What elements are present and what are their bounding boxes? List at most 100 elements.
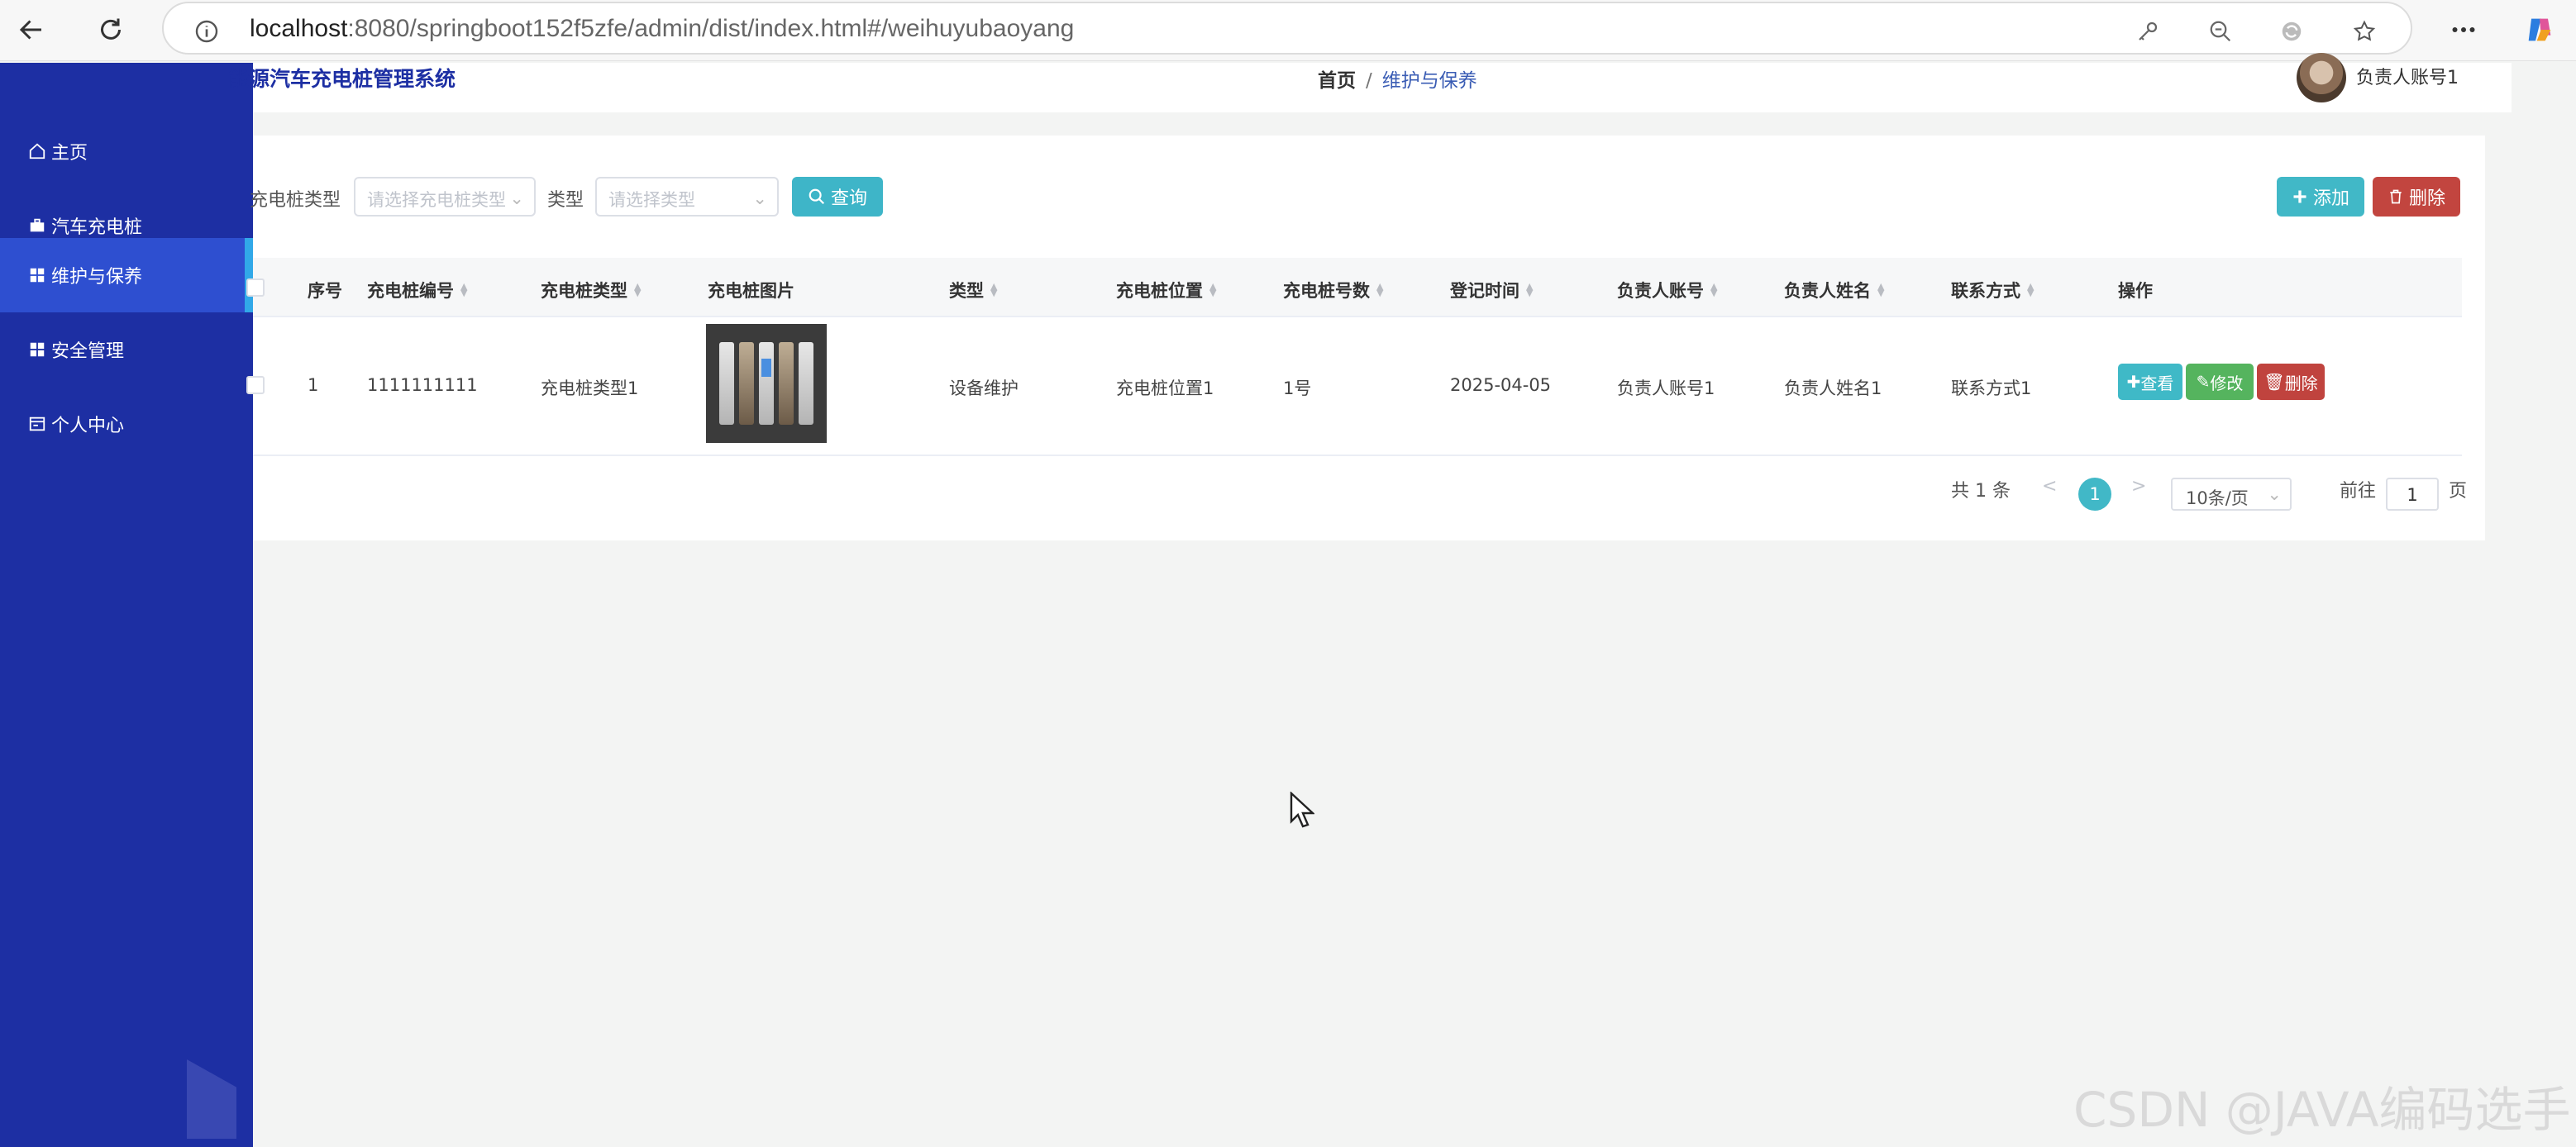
column-header-code[interactable]: 充电桩编号 ▲ ▼	[367, 278, 467, 302]
pile-type-placeholder: 请选择充电桩类型	[367, 190, 506, 210]
user-name[interactable]: 负责人账号1	[2356, 63, 2459, 89]
url-text[interactable]: localhost:8080/springboot152f5zfe/admin/…	[250, 15, 1074, 43]
column-header-name[interactable]: 负责人姓名 ▲ ▼	[1784, 278, 1884, 302]
column-label: 登记时间	[1450, 281, 1519, 301]
trash-icon	[2390, 189, 2402, 204]
cell-account: 负责人账号1	[1617, 378, 1715, 398]
goto-page-input[interactable]: 1	[2386, 478, 2439, 511]
star-icon[interactable]	[2346, 13, 2383, 50]
zoom-out-icon[interactable]	[2202, 13, 2239, 50]
sort-caret-icon[interactable]: ▲ ▼	[460, 282, 467, 297]
system-title: 能源汽车充电桩管理系统	[228, 67, 456, 91]
device-shape	[759, 342, 774, 425]
table-row[interactable]: 1 1111111111 充电桩类型1 设备维护 充电桩位置1 1号 2025-…	[246, 317, 2462, 456]
column-label: 操作	[2118, 281, 2153, 301]
breadcrumb-home[interactable]: 首页	[1318, 70, 1356, 92]
search-button[interactable]: 查询	[792, 177, 883, 217]
column-header-contact[interactable]: 联系方式 ▲ ▼	[1951, 278, 2034, 302]
sort-caret-icon[interactable]: ▲ ▼	[634, 282, 641, 297]
edit-button-label: 修改	[2210, 373, 2244, 393]
table-header: 序号 充电桩编号 ▲ ▼ 充电桩类型 ▲ ▼ 充电桩图片 类型 ▲ ▼ 充电桩位置 ▲ ▼ 充电…	[246, 258, 2462, 317]
column-label: 类型	[949, 281, 984, 301]
copilot-icon[interactable]	[2518, 8, 2561, 51]
sidebar-item-label: 主页	[51, 143, 88, 164]
back-arrow-icon[interactable]	[10, 8, 53, 51]
column-header-account[interactable]: 负责人账号 ▲ ▼	[1617, 278, 1717, 302]
mouse-cursor-icon	[1290, 791, 1316, 831]
grid-icon	[30, 268, 45, 283]
goto-label: 前往	[2340, 481, 2377, 502]
briefcase-icon	[30, 218, 45, 232]
column-header-date[interactable]: 登记时间 ▲ ▼	[1450, 278, 1533, 302]
browser-toolbar: localhost:8080/springboot152f5zfe/admin/…	[0, 0, 2576, 61]
column-header-kind[interactable]: 类型 ▲ ▼	[949, 278, 997, 302]
sync-icon[interactable]	[2273, 13, 2310, 50]
chevron-down-icon: ⌄	[2267, 484, 2282, 504]
url-host: localhost	[250, 15, 348, 42]
delete-button[interactable]: 删除	[2373, 177, 2460, 217]
row-delete-button[interactable]: 🗑 删除	[2257, 364, 2325, 400]
sidebar-item-profile[interactable]: 个人中心	[0, 387, 253, 461]
view-button[interactable]: ✚ 查看	[2118, 364, 2182, 400]
sort-caret-icon[interactable]: ▲ ▼	[990, 282, 997, 297]
cell-location: 充电桩位置1	[1116, 378, 1214, 398]
column-label: 充电桩图片	[708, 281, 794, 301]
pagination-prev[interactable]: <	[2042, 476, 2057, 497]
column-header-pile-no[interactable]: 充电桩号数 ▲ ▼	[1283, 278, 1383, 302]
column-label: 充电桩号数	[1283, 281, 1370, 301]
cell-pile-no: 1号	[1283, 378, 1312, 398]
column-header-actions: 操作	[2118, 278, 2153, 302]
more-icon[interactable]	[2442, 8, 2485, 51]
charging-pile-image[interactable]	[706, 324, 827, 443]
plus-icon	[2293, 190, 2306, 203]
cell-contact: 联系方式1	[1951, 378, 2032, 398]
sidebar-item-label: 维护与保养	[51, 267, 143, 288]
decorative-shape	[187, 1059, 236, 1139]
sidebar-item-home[interactable]: 主页	[0, 114, 253, 188]
pagination-page-1[interactable]: 1	[2078, 478, 2111, 511]
url-path: :8080/springboot152f5zfe/admin/dist/inde…	[347, 15, 1075, 42]
plus-icon: ✚	[2126, 372, 2141, 392]
avatar[interactable]	[2297, 53, 2346, 102]
reload-icon[interactable]	[89, 8, 132, 51]
key-icon[interactable]	[2130, 13, 2166, 50]
sidebar-item-label: 汽车充电桩	[51, 217, 143, 238]
trash-icon: 🗑	[2264, 372, 2285, 392]
sort-caret-icon[interactable]: ▲ ▼	[1710, 282, 1717, 297]
column-header-location[interactable]: 充电桩位置 ▲ ▼	[1116, 278, 1216, 302]
pagination-next[interactable]: >	[2131, 476, 2146, 497]
column-header-pile-type[interactable]: 充电桩类型 ▲ ▼	[541, 278, 641, 302]
address-bar[interactable]: localhost:8080/springboot152f5zfe/admin/…	[162, 2, 2412, 55]
info-icon[interactable]	[188, 13, 225, 50]
sort-caret-icon[interactable]: ▲ ▼	[1209, 282, 1216, 297]
page-size-select[interactable]: 10条/页 ⌄	[2171, 478, 2292, 511]
select-all-checkbox[interactable]	[246, 278, 265, 297]
sort-caret-icon[interactable]: ▲ ▼	[1376, 282, 1383, 297]
sidebar-item-label: 个人中心	[51, 416, 125, 436]
sort-caret-icon[interactable]: ▲ ▼	[1526, 282, 1533, 297]
grid-icon	[30, 342, 45, 357]
main-content: 充电桩类型 请选择充电桩类型 ⌄ 类型 请选择类型 ⌄ 查询 添加 删除 序号 …	[246, 136, 2485, 540]
row-delete-button-label: 删除	[2284, 373, 2318, 393]
edit-button[interactable]: ✎ 修改	[2186, 364, 2254, 400]
device-shape	[799, 342, 813, 425]
row-checkbox[interactable]	[246, 376, 265, 394]
column-header-image: 充电桩图片	[708, 278, 794, 302]
home-icon	[29, 143, 45, 159]
pile-type-label: 充电桩类型	[250, 190, 341, 211]
add-button[interactable]: 添加	[2277, 177, 2364, 217]
sort-caret-icon[interactable]: ▲ ▼	[2027, 282, 2034, 297]
kind-label: 类型	[547, 190, 584, 211]
device-shape	[779, 342, 794, 425]
sidebar-item-maintenance[interactable]: 维护与保养	[0, 238, 253, 312]
column-label: 负责人账号	[1617, 281, 1704, 301]
sidebar-item-safety[interactable]: 安全管理	[0, 312, 253, 387]
column-label: 序号	[308, 281, 342, 301]
column-label: 充电桩类型	[541, 281, 627, 301]
column-header-index: 序号	[308, 278, 342, 302]
pile-type-select[interactable]: 请选择充电桩类型 ⌄	[354, 177, 536, 217]
breadcrumb-separator: /	[1366, 70, 1372, 92]
card-icon	[29, 416, 45, 431]
sort-caret-icon[interactable]: ▲ ▼	[1877, 282, 1884, 297]
kind-select[interactable]: 请选择类型 ⌄	[595, 177, 779, 217]
